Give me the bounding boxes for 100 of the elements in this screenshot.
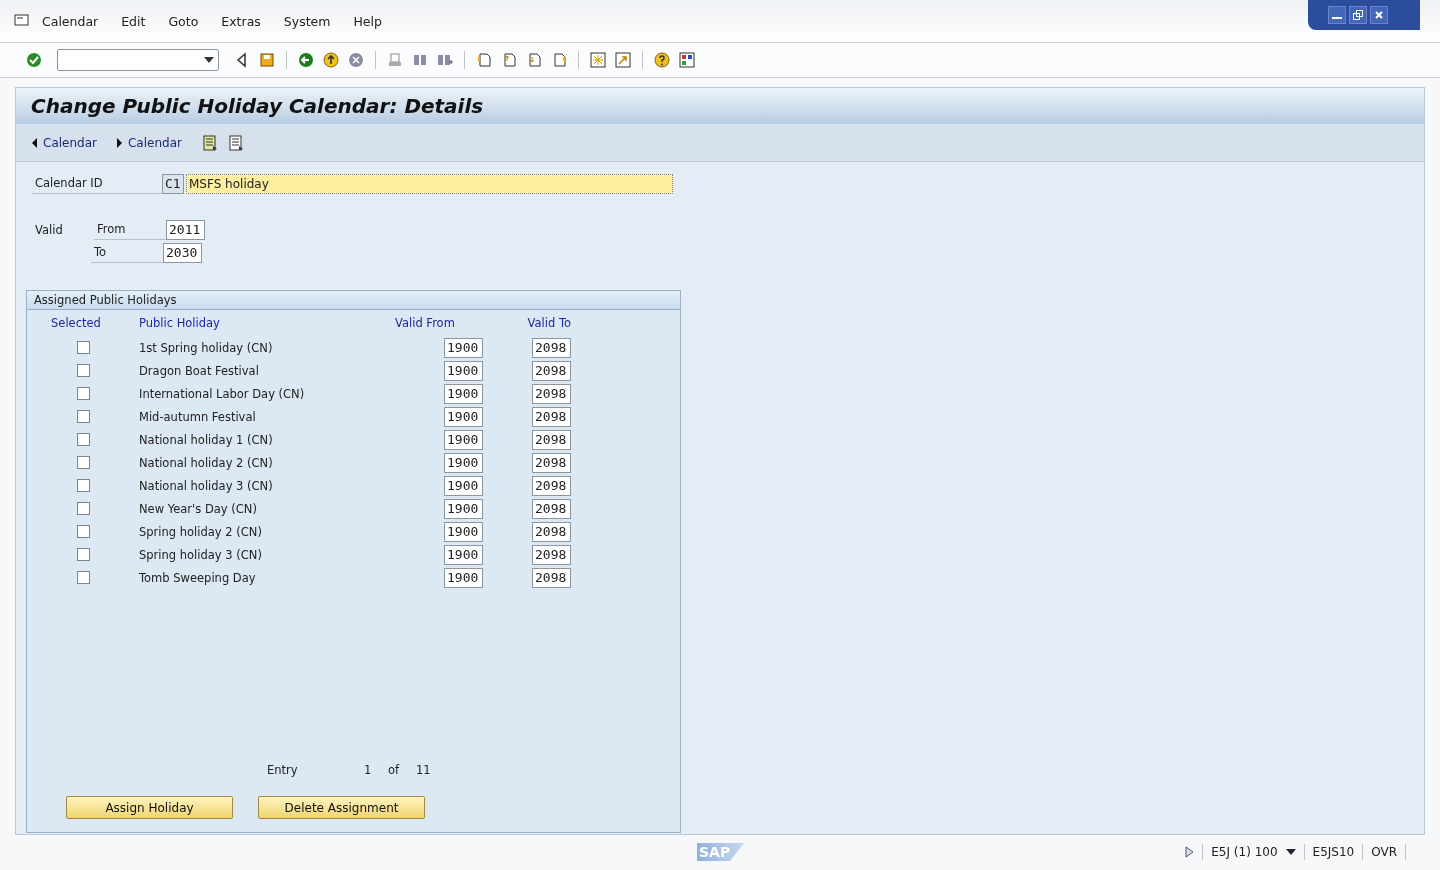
year-field[interactable]: 2011 [166,219,205,240]
find-next-icon[interactable] [437,52,453,68]
enter-icon[interactable] [26,52,42,68]
menu-item[interactable]: Calendar [42,13,99,29]
calendar-code-field[interactable]: C1 [162,173,184,194]
entry-label: Entry [267,763,299,777]
menu-item[interactable]: Edit [121,13,146,29]
table-cell: National holiday 2 (CN) [139,455,273,470]
shortcut-icon[interactable] [615,52,631,68]
checkbox[interactable] [76,433,90,446]
cancel-icon[interactable] [348,52,364,68]
table-cell: Spring holiday 2 (CN) [139,524,262,539]
back-icon[interactable] [298,52,314,68]
save-icon[interactable] [259,52,275,68]
close-icon[interactable] [1370,6,1388,24]
column-header: Selected [51,316,101,330]
play-icon[interactable] [1185,846,1195,858]
menu-item[interactable]: Extras [221,13,261,29]
find-icon[interactable] [412,52,428,68]
year-field[interactable]: 1900 [444,544,483,565]
year-field[interactable]: 1900 [444,452,483,473]
left-triangle-icon [32,137,37,148]
year-field[interactable]: 1900 [444,498,483,519]
exit-icon[interactable] [323,52,339,68]
checkbox[interactable] [76,410,90,423]
entry-total: 11 [416,763,431,777]
new-session-icon[interactable] [590,52,606,68]
year-field[interactable]: 2098 [532,475,571,496]
year-field[interactable]: 2098 [532,452,571,473]
push-button[interactable]: Assign Holiday [66,796,233,819]
system-info: E5J (1) 100 [1211,845,1278,859]
column-header: Valid To [527,316,571,330]
table-cell: National holiday 1 (CN) [139,432,273,447]
year-field[interactable]: 2098 [532,567,571,588]
year-field[interactable]: 1900 [444,406,483,427]
command-field[interactable] [57,49,219,71]
table-cell: Tomb Sweeping Day [139,570,256,585]
checkbox[interactable] [76,387,90,400]
right-triangle-icon [116,137,122,148]
dropdown-icon[interactable] [1285,849,1296,855]
column-header: Public Holiday [139,316,220,330]
checkbox[interactable] [76,502,90,515]
year-field[interactable]: 2098 [532,337,571,358]
column-header: Valid From [395,316,455,330]
menu-item[interactable]: Help [353,13,382,29]
year-field[interactable]: 1900 [444,475,483,496]
year-field[interactable]: 2098 [532,360,571,381]
screen-title: Change Public Holiday Calendar: Details [16,88,1424,124]
table-cell: Spring holiday 3 (CN) [139,547,262,562]
year-field[interactable]: 1900 [444,360,483,381]
year-field[interactable]: 2098 [532,544,571,565]
restore-icon[interactable] [1349,6,1367,24]
menu-item[interactable]: Goto [168,13,199,29]
previous-page-icon[interactable] [501,52,517,68]
year-field[interactable]: 1900 [444,383,483,404]
table-cell: Mid-autumn Festival [139,409,256,424]
calendar-description-field[interactable]: MSFS holiday [186,173,673,194]
print-icon[interactable] [387,52,403,68]
first-page-icon[interactable] [476,52,492,68]
server-name: E5JS10 [1312,845,1355,859]
input-mode: OVR [1371,845,1397,859]
checkbox[interactable] [76,364,90,377]
table-cell: Dragon Boat Festival [139,363,259,378]
checkbox[interactable] [76,341,90,354]
entry-current: 1 [364,763,373,777]
layout-icon[interactable] [679,52,695,68]
entry-of: of [388,763,401,777]
year-field[interactable]: 2098 [532,406,571,427]
table-cell: New Year's Day (CN) [139,501,257,516]
minimize-icon[interactable] [1328,6,1346,24]
push-button[interactable]: Delete Assignment [258,796,425,819]
year-field[interactable]: 2030 [163,242,202,263]
logo: SAP [697,843,745,861]
year-field[interactable]: 1900 [444,567,483,588]
year-field[interactable]: 2098 [532,521,571,542]
list-icon[interactable] [201,134,218,151]
checkbox[interactable] [76,571,90,584]
table-cell: International Labor Day (CN) [139,386,305,401]
checkbox[interactable] [76,456,90,469]
checkbox[interactable] [76,525,90,538]
year-field[interactable]: 2098 [532,498,571,519]
checkbox[interactable] [76,548,90,561]
help-icon[interactable] [654,52,670,68]
group-title: Assigned Public Holidays [27,291,680,310]
doc-list-icon[interactable] [227,134,244,151]
year-field[interactable]: 1900 [444,429,483,450]
last-page-icon[interactable] [551,52,567,68]
navigation-button[interactable]: Calendar [32,135,107,150]
year-field[interactable]: 2098 [532,383,571,404]
field-label: Valid [34,222,64,237]
year-field[interactable]: 1900 [444,337,483,358]
menu-item[interactable]: System [283,13,331,29]
checkbox[interactable] [76,479,90,492]
next-page-icon[interactable] [526,52,542,68]
table-cell: 1st Spring holiday (CN) [139,340,273,355]
session-menu-icon[interactable] [14,13,30,29]
year-field[interactable]: 1900 [444,521,483,542]
navigation-button[interactable]: Calendar [116,135,192,150]
dropdown-icon[interactable] [204,57,214,63]
year-field[interactable]: 2098 [532,429,571,450]
